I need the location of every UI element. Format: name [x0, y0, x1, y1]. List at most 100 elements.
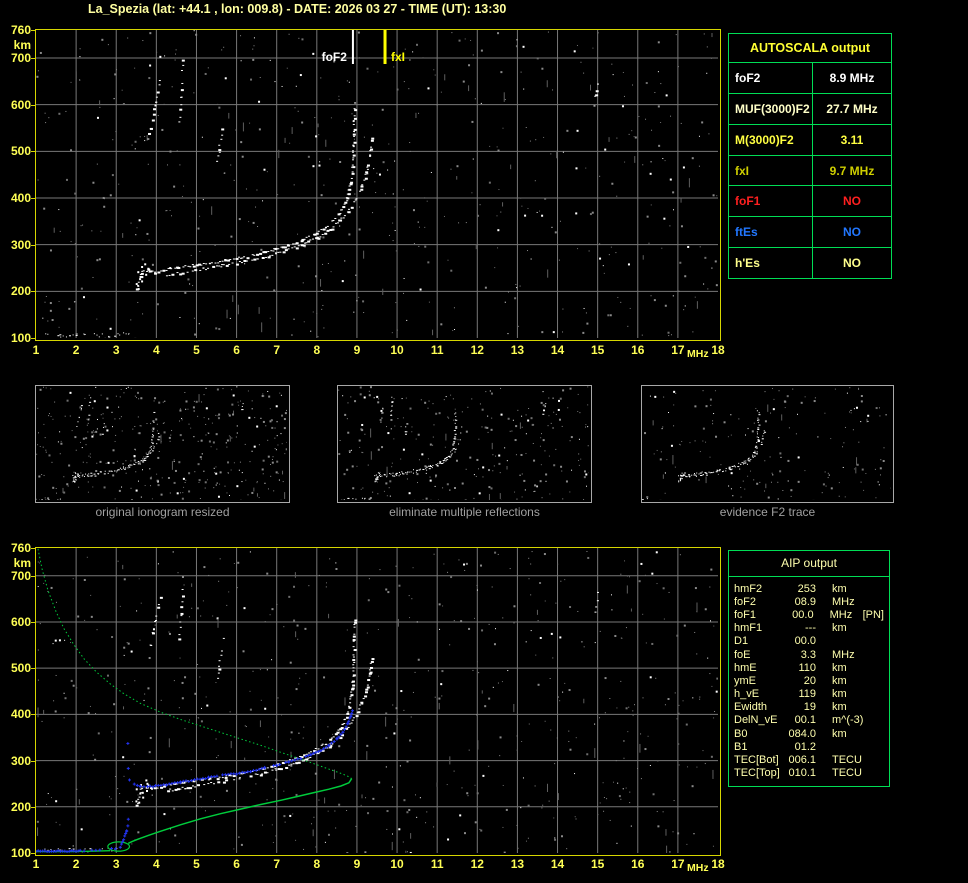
aip-unit: km — [832, 583, 866, 595]
aip-val: 006.1 — [786, 754, 816, 766]
x-tick-label: 16 — [623, 343, 653, 357]
thumbnail-caption-evidence: evidence F2 trace — [641, 505, 894, 519]
x-tick-label: 16 — [623, 857, 653, 871]
x-tick-label: 12 — [462, 343, 492, 357]
aip-label: foE — [734, 649, 786, 661]
x-tick-label: 8 — [302, 857, 332, 871]
aip-row-hme: hmE110km — [729, 661, 889, 674]
x-axis-unit: MHz — [687, 862, 709, 874]
x-tick-label: 10 — [382, 857, 412, 871]
aip-unit: MHz — [832, 596, 866, 608]
y-tick-mark — [31, 151, 36, 152]
autoscala-row-m3000f2: M(3000)F23.11 — [729, 125, 891, 156]
autoscala-output-table: AUTOSCALA output foF28.9 MHzMUF(3000)F22… — [728, 33, 892, 279]
y-tick-label: 300 — [0, 239, 31, 252]
autoscala-row-fxi: fxI9.7 MHz — [729, 156, 891, 187]
x-tick-label: 14 — [543, 343, 573, 357]
x-tick-label: 13 — [502, 857, 532, 871]
aip-val: 119 — [786, 688, 816, 700]
x-tick-label: 15 — [583, 343, 613, 357]
autoscala-row-label: h'Es — [729, 248, 813, 278]
y-tick-mark — [31, 576, 36, 577]
autoscala-row-fof1: foF1NO — [729, 186, 891, 217]
y-tick-label: 700 — [0, 570, 31, 583]
aip-label: B0 — [734, 728, 786, 740]
autoscala-row-value: 8.9 MHz — [813, 71, 891, 85]
y-tick-label: 500 — [0, 145, 31, 158]
aip-val: 08.9 — [786, 596, 816, 608]
aip-unit: km — [832, 622, 866, 634]
y-tick-label: 760 — [0, 24, 31, 37]
autoscala-row-label: MUF(3000)F2 — [729, 94, 813, 124]
autoscala-row-value: NO — [813, 194, 891, 208]
thumbnail-original-ionogram — [35, 385, 290, 503]
autoscala-table-title: AUTOSCALA output — [729, 34, 891, 63]
y-tick-mark — [31, 548, 36, 549]
y-tick-mark — [31, 58, 36, 59]
aip-note: [PN] — [863, 609, 884, 621]
thumbnail-evidence-canvas — [642, 386, 891, 500]
top-ionogram-plot: foF2 fxI — [35, 29, 721, 341]
y-tick-label: 600 — [0, 616, 31, 629]
autoscala-table-rows: foF28.9 MHzMUF(3000)F227.7 MHzM(3000)F23… — [729, 63, 891, 278]
y-tick-mark — [31, 30, 36, 31]
x-tick-label: 6 — [222, 343, 252, 357]
y-tick-mark — [31, 853, 36, 854]
aip-row-b1: B101.2 — [729, 740, 889, 753]
x-tick-label: 14 — [543, 857, 573, 871]
aip-val: 19 — [786, 701, 816, 713]
aip-table-rows: hmF2253kmfoF208.9MHzfoF100.0MHz[PN]hmF1-… — [729, 582, 889, 780]
autoscala-row-ftes: ftEsNO — [729, 217, 891, 248]
autoscala-row-value: 27.7 MHz — [813, 102, 891, 116]
x-tick-label: 4 — [141, 343, 171, 357]
x-tick-label: 4 — [141, 857, 171, 871]
y-tick-label: 400 — [0, 708, 31, 721]
aip-row-tecbot: TEC[Bot]006.1TECU — [729, 753, 889, 766]
aip-unit: km — [832, 728, 866, 740]
y-tick-mark — [31, 105, 36, 106]
autoscala-row-label: ftEs — [729, 217, 813, 247]
y-tick-label: 760 — [0, 542, 31, 555]
aip-unit: TECU — [832, 767, 866, 779]
y-tick-label: 200 — [0, 285, 31, 298]
bottom-ionogram-plot — [35, 547, 721, 856]
aip-row-hmf2: hmF2253km — [729, 582, 889, 595]
aip-row-fof1: foF100.0MHz[PN] — [729, 608, 889, 621]
aip-label: DelN_vE — [734, 714, 786, 726]
aip-output-table: AIP output hmF2253kmfoF208.9MHzfoF100.0M… — [728, 550, 890, 787]
autoscala-row-label: M(3000)F2 — [729, 125, 813, 155]
thumbnail-eliminate-reflections — [337, 385, 592, 503]
aip-val: 00.0 — [786, 635, 816, 647]
aip-unit: km — [832, 688, 866, 700]
aip-label: ymE — [734, 675, 786, 687]
aip-val: 010.1 — [786, 767, 816, 779]
fxI-marker-line — [384, 30, 387, 64]
x-tick-label: 12 — [462, 857, 492, 871]
x-tick-label: 2 — [61, 343, 91, 357]
x-tick-label: 7 — [262, 857, 292, 871]
thumbnail-caption-original: original ionogram resized — [35, 505, 290, 519]
x-tick-label: 1 — [21, 343, 51, 357]
x-axis-unit: MHz — [687, 348, 709, 360]
aip-label: B1 — [734, 741, 786, 753]
fxI-marker-label: fxI — [391, 50, 405, 64]
x-tick-label: 5 — [181, 857, 211, 871]
autoscala-row-value: 9.7 MHz — [813, 164, 891, 178]
x-tick-label: 2 — [61, 857, 91, 871]
aip-val: --- — [786, 622, 816, 634]
aip-label: hmF1 — [734, 622, 786, 634]
x-tick-label: 1 — [21, 857, 51, 871]
aip-label: h_vE — [734, 688, 786, 700]
y-tick-mark — [31, 245, 36, 246]
autoscala-row-muf3000f2: MUF(3000)F227.7 MHz — [729, 94, 891, 125]
x-tick-label: 11 — [422, 857, 452, 871]
y-tick-mark — [31, 714, 36, 715]
x-tick-label: 11 — [422, 343, 452, 357]
x-tick-label: 7 — [262, 343, 292, 357]
y-tick-mark — [31, 198, 36, 199]
foF2-marker-label: foF2 — [322, 50, 348, 64]
y-tick-mark — [31, 622, 36, 623]
x-tick-label: 15 — [583, 857, 613, 871]
autoscala-row-fof2: foF28.9 MHz — [729, 63, 891, 94]
y-tick-label: 700 — [0, 52, 31, 65]
